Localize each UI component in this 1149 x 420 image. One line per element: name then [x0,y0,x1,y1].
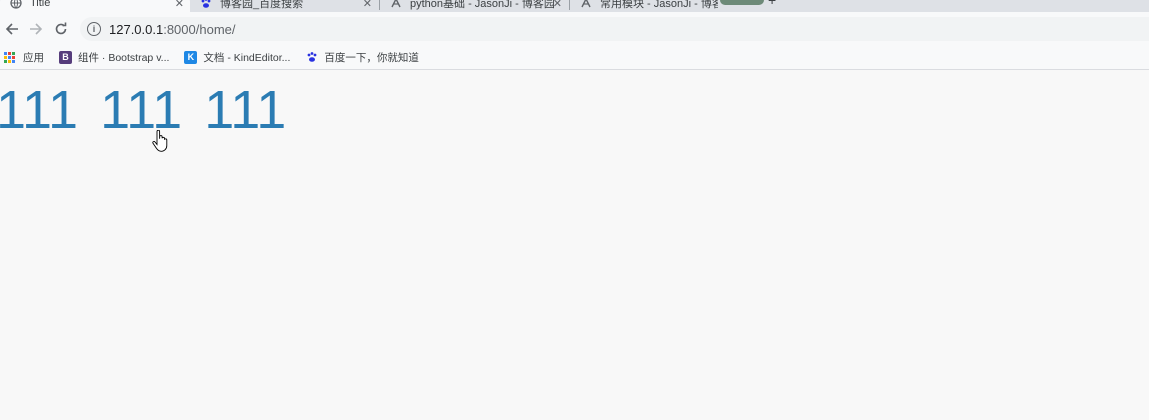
kindeditor-icon: K [184,50,198,64]
reload-icon[interactable] [53,21,69,37]
tab-separator [379,0,380,10]
back-arrow-icon[interactable] [4,21,20,37]
tab-baidu-search[interactable]: 博客园_百度搜索 ✕ [192,0,378,12]
tab-common-modules[interactable]: 常用模块 - JasonJi - 博客园 [572,0,718,12]
plus-icon[interactable]: + [768,0,776,7]
number-item[interactable]: 111 [0,79,78,141]
bookmark-baidu[interactable]: 百度一下，你就知道 [305,50,419,65]
cnblogs-icon [580,0,592,9]
tab-title[interactable]: Title ✕ [0,0,190,12]
tab-label: 常用模块 - JasonJi - 博客园 [600,0,718,10]
bookmark-label: 百度一下，你就知道 [324,51,419,64]
bookmarks-bar: 应用 B 组件 · Bootstrap v... K 文档 - KindEdit… [0,45,1149,70]
forward-arrow-icon[interactable] [28,21,44,37]
number-item[interactable]: 111 [100,79,182,141]
baidu-paw-icon [200,0,212,9]
page-content: 111 111 111 [0,71,1149,420]
apps-grid-icon [4,51,15,63]
tab-label: 博客园_百度搜索 [220,0,304,10]
browser-toolbar: i 127.0.0.1 :8000/home/ [0,12,1149,45]
close-icon[interactable]: ✕ [363,0,372,10]
tab-drag-pill [720,0,764,5]
tab-strip: Title ✕ 博客园_百度搜索 ✕ python基础 - JasonJi - … [0,0,1149,12]
cnblogs-icon [390,0,402,9]
bookmark-apps[interactable]: 应用 [4,50,44,65]
tab-separator [569,0,570,10]
bookmark-bootstrap[interactable]: B 组件 · Bootstrap v... [59,50,169,65]
bookmark-label: 组件 · Bootstrap v... [78,51,170,64]
tab-python-basics[interactable]: python基础 - JasonJi - 博客园 ✕ [382,0,568,12]
close-icon[interactable]: ✕ [553,0,562,10]
number-item[interactable]: 111 [204,79,286,141]
globe-icon [10,0,22,9]
bookmark-label: 文档 - KindEditor... [203,51,291,64]
close-icon[interactable]: ✕ [175,0,184,10]
url-path: :8000/home/ [163,21,236,37]
bookmark-kindeditor[interactable]: K 文档 - KindEditor... [184,50,290,65]
tab-label: python基础 - JasonJi - 博客园 [410,0,555,10]
bootstrap-icon: B [59,50,72,64]
hand-pointer-cursor-icon [152,130,168,152]
new-tab-area[interactable]: + [720,0,776,7]
tab-label: Title [30,0,51,9]
info-icon[interactable]: i [87,22,101,36]
bookmark-label: 应用 [23,51,44,64]
address-bar[interactable]: i 127.0.0.1 :8000/home/ [80,17,1149,41]
url-host: 127.0.0.1 [109,21,164,37]
baidu-paw-icon [305,51,318,64]
